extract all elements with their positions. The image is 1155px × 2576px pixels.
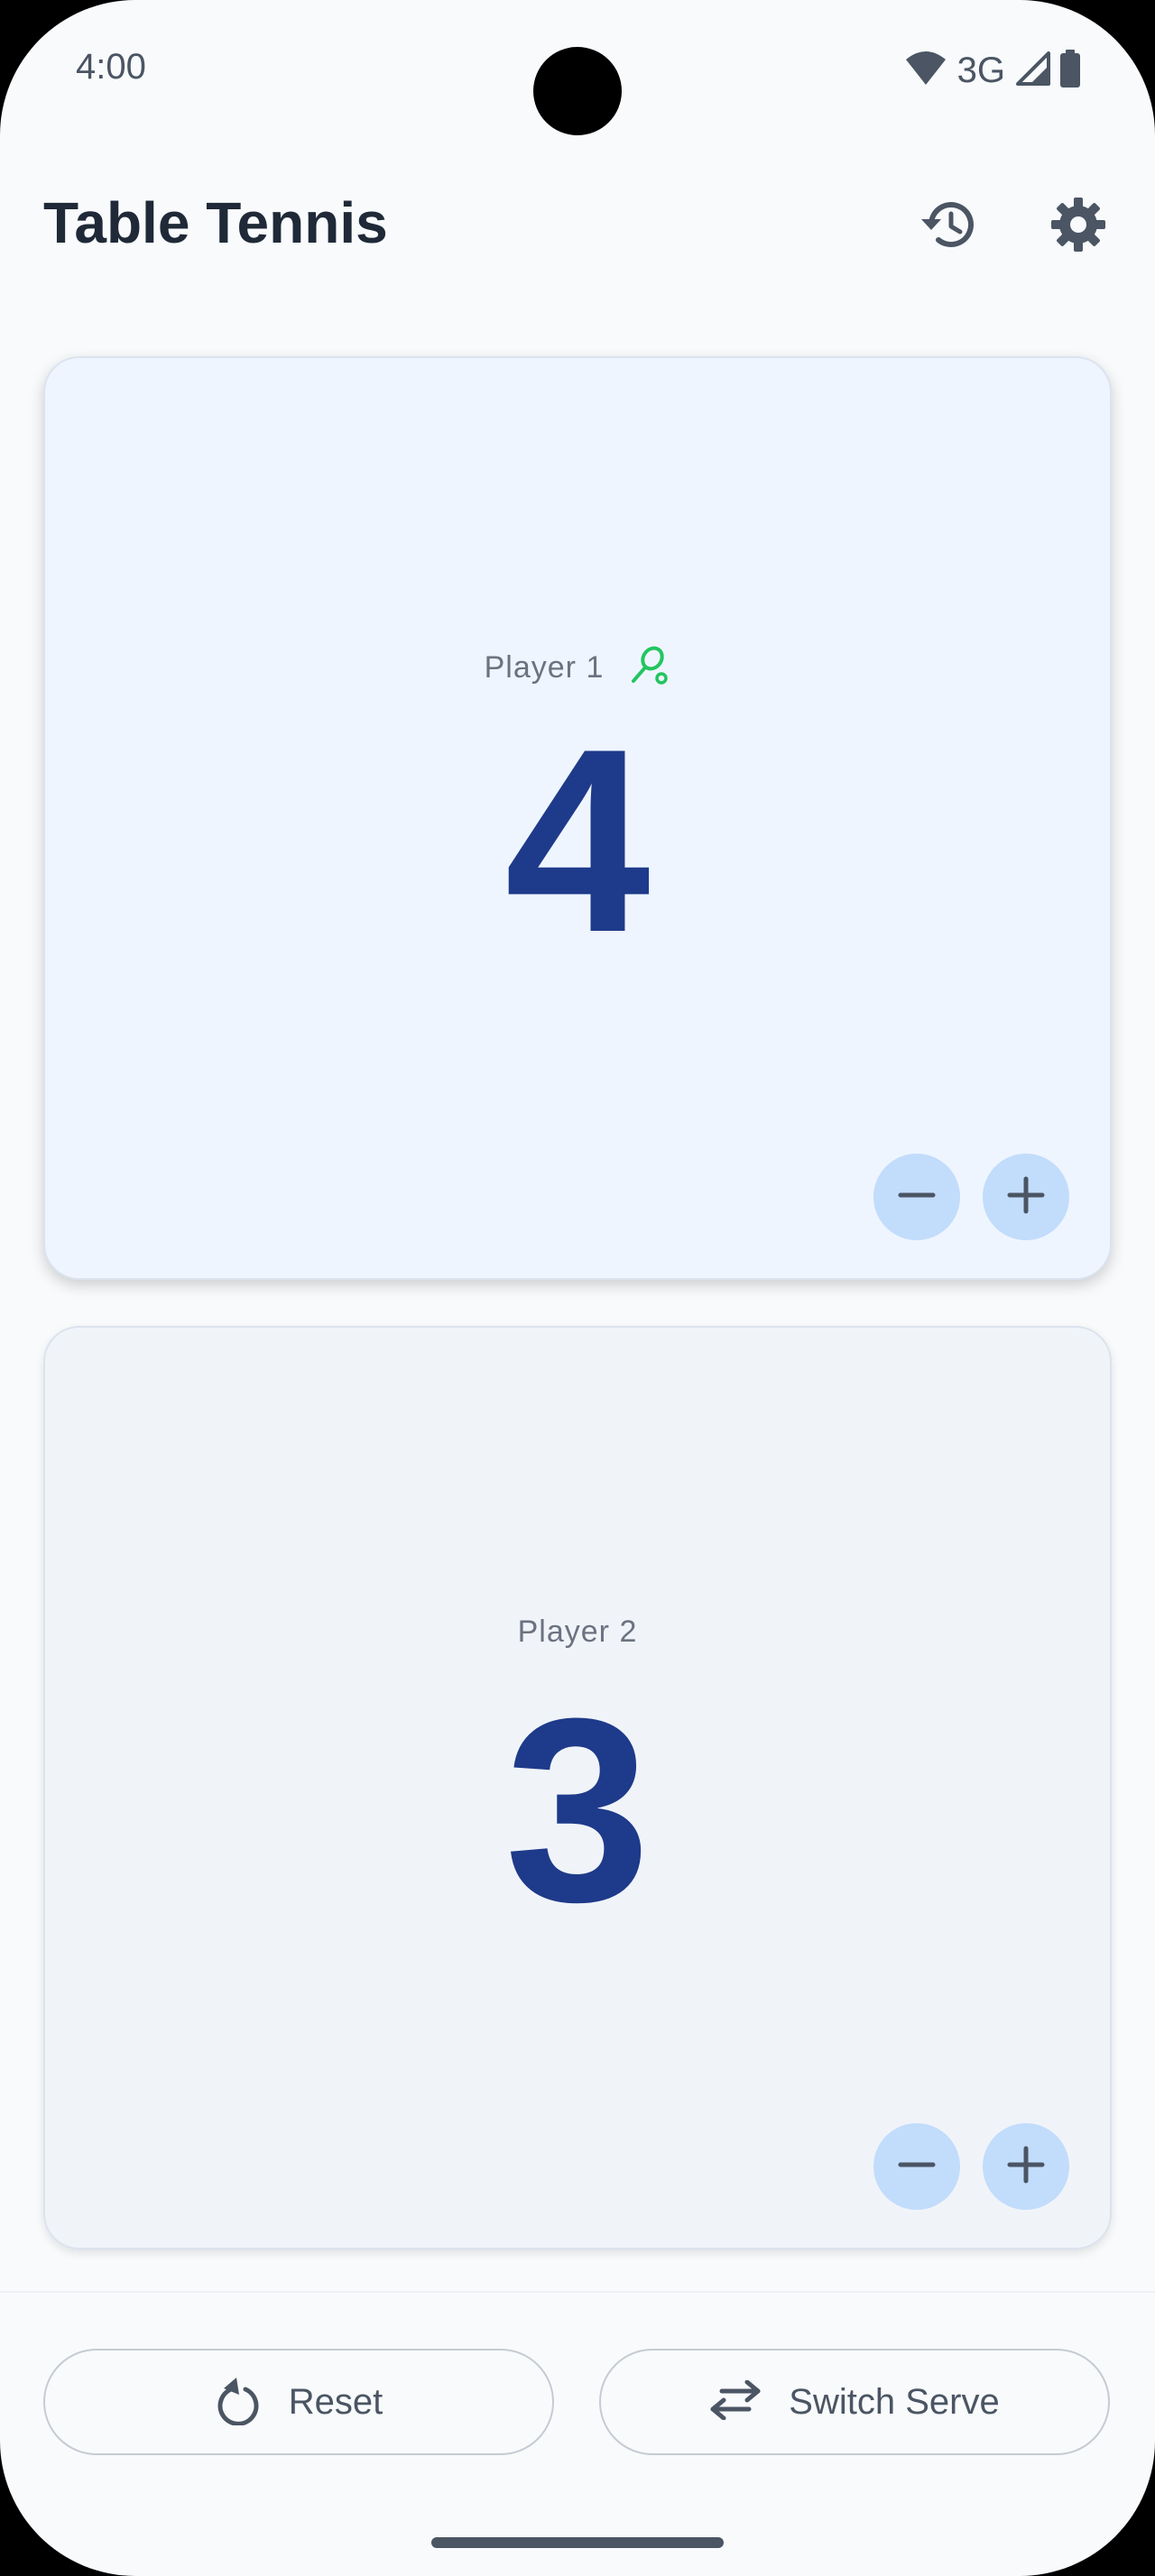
minus-icon (897, 2145, 937, 2189)
switch-serve-button[interactable]: Switch Serve (599, 2349, 1110, 2455)
player-1-card[interactable]: Player 1 4 (43, 356, 1112, 1280)
player-2-name: Player 2 (517, 1615, 638, 1649)
home-indicator[interactable] (431, 2537, 724, 2548)
plus-icon (1006, 2145, 1046, 2189)
history-button[interactable] (909, 186, 990, 267)
network-type-label: 3G (956, 50, 1005, 90)
player-1-increment-button[interactable] (983, 1154, 1069, 1240)
swap-arrows-icon (709, 2379, 762, 2424)
reset-button[interactable]: Reset (43, 2349, 554, 2455)
page-title: Table Tennis (43, 190, 388, 255)
wifi-icon (905, 51, 947, 91)
phone-screen: 4:00 3G Table Tennis Player 1 4 Player 2… (0, 0, 1155, 2576)
status-icons: 3G (905, 45, 1081, 96)
settings-button[interactable] (1038, 186, 1119, 267)
status-time: 4:00 (76, 47, 146, 87)
switch-serve-button-label: Switch Serve (789, 2381, 1000, 2422)
player-2-header: Player 2 (45, 1615, 1110, 1650)
cell-signal-icon (1016, 51, 1050, 90)
plus-icon (1006, 1175, 1046, 1219)
settings-gear-icon (1049, 196, 1107, 258)
reset-icon (215, 2375, 262, 2430)
racket-icon (629, 645, 670, 691)
player-1-score: 4 (504, 695, 651, 987)
player-1-decrement-button[interactable] (873, 1154, 960, 1240)
camera-cutout (533, 47, 622, 135)
player-2-score: 3 (504, 1664, 651, 1956)
player-1-name: Player 1 (484, 650, 605, 685)
battery-icon (1059, 49, 1081, 92)
player-2-decrement-button[interactable] (873, 2123, 960, 2210)
player-2-card[interactable]: Player 2 3 (43, 1326, 1112, 2249)
bottom-divider (0, 2291, 1155, 2293)
player-2-increment-button[interactable] (983, 2123, 1069, 2210)
history-icon (919, 194, 980, 260)
minus-icon (897, 1175, 937, 1219)
player-1-header: Player 1 (45, 645, 1110, 691)
reset-button-label: Reset (288, 2381, 383, 2422)
